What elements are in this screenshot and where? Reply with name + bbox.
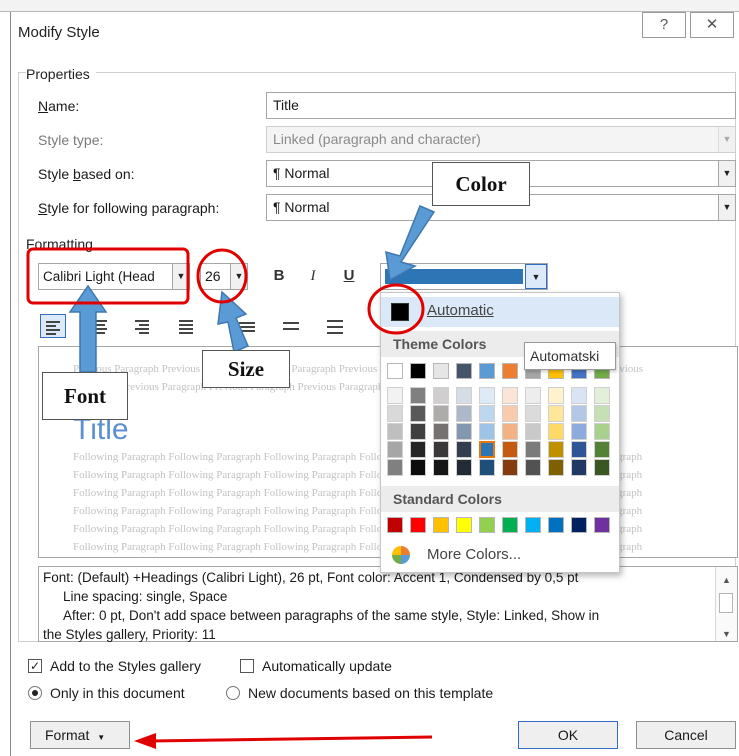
format-callout-arrow [134, 733, 433, 749]
font-callout-label: Font [42, 372, 128, 420]
size-callout-label: Size [202, 350, 290, 388]
font-highlight-box [26, 247, 190, 305]
color-callout-arrow [385, 205, 436, 282]
color-callout-label: Color [432, 162, 530, 206]
font-callout-arrow [68, 284, 108, 373]
color-highlight-circle [367, 283, 425, 335]
